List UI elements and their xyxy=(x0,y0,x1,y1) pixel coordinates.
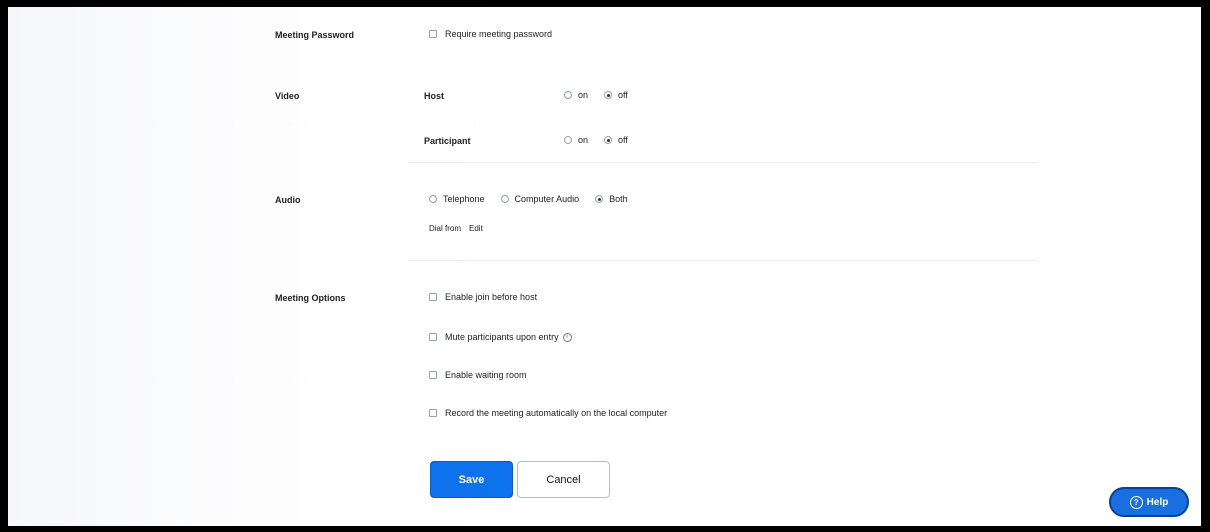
dial-from-label: Dial from xyxy=(429,224,462,233)
audio-computer-option[interactable]: Computer Audio xyxy=(500,194,580,204)
video-participant-off-text: off xyxy=(618,135,628,145)
waiting-room-text: Enable waiting room xyxy=(445,370,527,380)
join-before-host-text: Enable join before host xyxy=(445,292,538,302)
meeting-options-label: Meeting Options xyxy=(275,293,346,303)
mute-on-entry-checkbox[interactable] xyxy=(429,333,437,341)
save-button[interactable]: Save xyxy=(430,461,513,498)
video-participant-options: on off xyxy=(564,135,644,145)
video-host-off-option[interactable]: off xyxy=(604,90,628,100)
help-label: Help xyxy=(1146,496,1169,508)
video-host-on-radio[interactable] xyxy=(564,91,572,99)
video-participant-on-text: on xyxy=(578,135,589,145)
auto-record-text: Record the meeting automatically on the … xyxy=(445,408,668,418)
video-participant-off-radio[interactable] xyxy=(604,136,613,144)
video-label: Video xyxy=(275,91,300,101)
audio-both-radio[interactable] xyxy=(595,195,604,203)
waiting-room-option[interactable]: Enable waiting room xyxy=(429,370,527,380)
cancel-button[interactable]: Cancel xyxy=(517,461,610,498)
help-button[interactable]: ? Help xyxy=(1109,487,1189,517)
auto-record-checkbox[interactable] xyxy=(429,409,437,417)
audio-label: Audio xyxy=(275,195,301,205)
waiting-room-checkbox[interactable] xyxy=(429,371,437,379)
audio-options: Telephone Computer Audio Both xyxy=(429,194,644,204)
video-participant-label: Participant xyxy=(424,136,471,146)
info-icon[interactable]: i xyxy=(562,332,572,342)
audio-computer-radio[interactable] xyxy=(500,195,509,203)
mute-on-entry-option[interactable]: Mute participants upon entry i xyxy=(429,332,572,342)
dial-from-edit-link[interactable]: Edit xyxy=(469,224,483,233)
divider xyxy=(408,260,1038,261)
meeting-password-label: Meeting Password xyxy=(275,30,355,40)
require-password-text: Require meeting password xyxy=(445,29,553,39)
video-host-options: on off xyxy=(564,90,644,100)
join-before-host-checkbox[interactable] xyxy=(429,293,437,301)
video-participant-on-option[interactable]: on xyxy=(564,135,588,145)
audio-telephone-option[interactable]: Telephone xyxy=(429,194,485,204)
video-host-label: Host xyxy=(424,91,444,101)
require-password-option[interactable]: Require meeting password xyxy=(429,29,552,39)
audio-telephone-text: Telephone xyxy=(443,194,485,204)
mute-on-entry-text: Mute participants upon entry xyxy=(445,332,559,342)
settings-panel: Meeting Password Require meeting passwor… xyxy=(8,7,1201,526)
audio-telephone-radio[interactable] xyxy=(429,195,437,203)
video-participant-on-radio[interactable] xyxy=(564,136,572,144)
auto-record-option[interactable]: Record the meeting automatically on the … xyxy=(429,408,667,418)
audio-computer-text: Computer Audio xyxy=(514,194,580,204)
dial-from-row: Dial from Edit xyxy=(429,224,491,233)
audio-both-text: Both xyxy=(609,194,628,204)
video-host-on-option[interactable]: on xyxy=(564,90,588,100)
join-before-host-option[interactable]: Enable join before host xyxy=(429,292,537,302)
video-participant-off-option[interactable]: off xyxy=(604,135,628,145)
video-host-off-radio[interactable] xyxy=(604,91,613,99)
video-host-on-text: on xyxy=(578,90,589,100)
audio-both-option[interactable]: Both xyxy=(595,194,628,204)
help-icon: ? xyxy=(1129,495,1143,509)
video-host-off-text: off xyxy=(618,90,628,100)
require-password-checkbox[interactable] xyxy=(429,30,437,38)
divider xyxy=(408,162,1038,163)
